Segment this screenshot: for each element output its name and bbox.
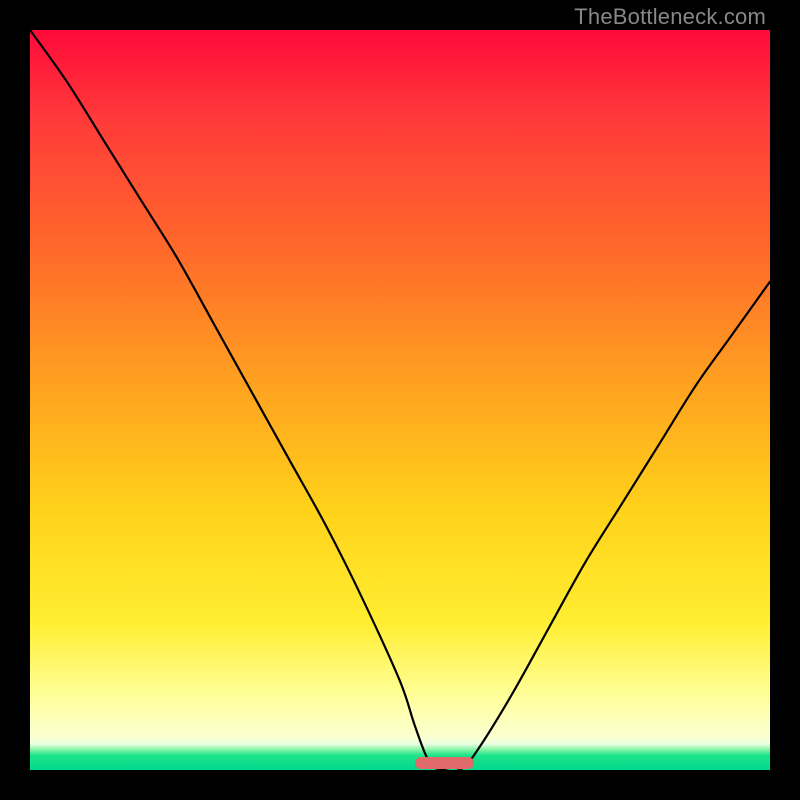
optimal-range-marker: [415, 757, 474, 769]
chart-frame: TheBottleneck.com: [0, 0, 800, 800]
bottleneck-curve: [30, 30, 770, 770]
curve-path: [30, 30, 770, 771]
plot-area: [30, 30, 770, 770]
watermark-text: TheBottleneck.com: [574, 4, 766, 30]
